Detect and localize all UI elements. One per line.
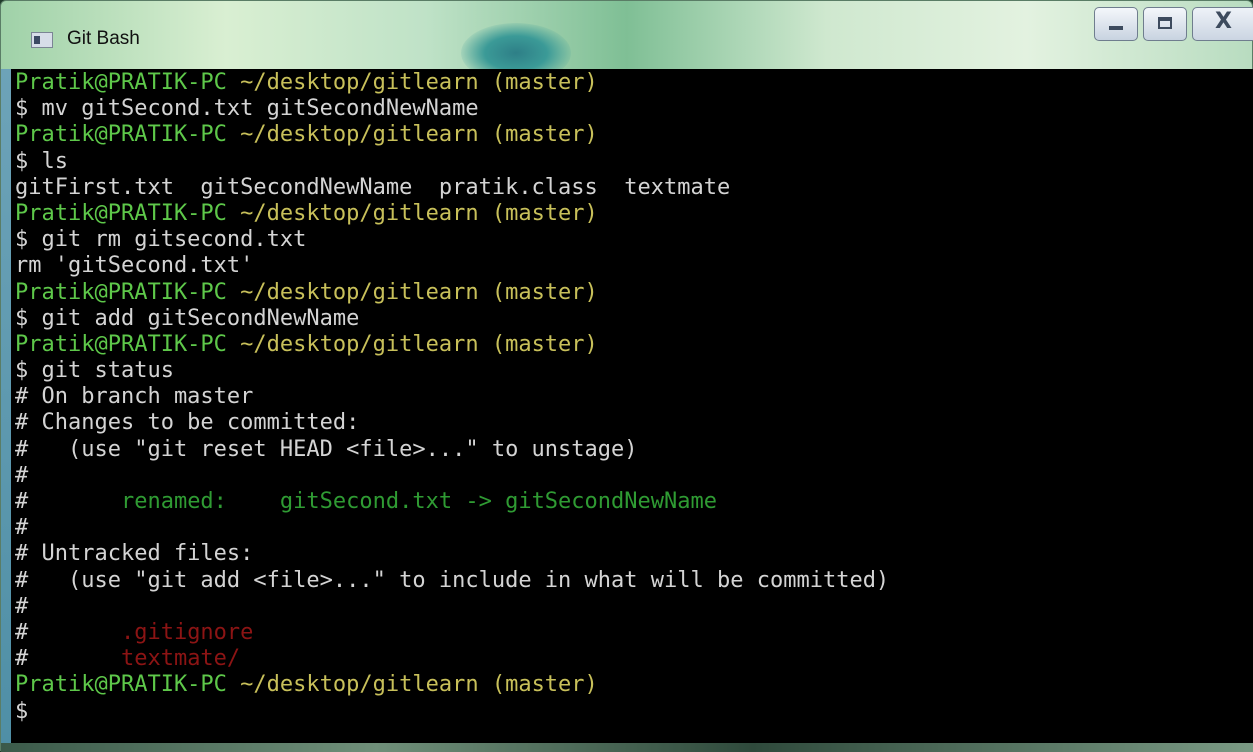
staged-file: renamed: gitSecond.txt -> gitSecondNewNa… [28,489,717,514]
untracked-file-line: # textmate/ [15,646,889,672]
window-left-border [1,69,11,743]
command-text: $ [15,698,29,724]
output-line: gitFirst.txt gitSecondNewName pratik.cla… [15,175,889,201]
output-text: # (use "git reset HEAD <file>..." to uns… [15,436,638,462]
comment-hash: # [15,646,29,672]
maximize-button[interactable] [1143,7,1187,41]
close-icon: X [1215,9,1232,34]
output-line: # (use "git reset HEAD <file>..." to uns… [15,437,889,463]
terminal-output: Pratik@PRATIK-PC ~/desktop/gitlearn (mas… [15,70,889,725]
prompt-line: Pratik@PRATIK-PC ~/desktop/gitlearn (mas… [15,280,889,306]
prompt-user: Pratik@PRATIK-PC [15,672,227,698]
output-text: # Untracked files: [15,541,254,567]
output-text: rm 'gitSecond.txt' [15,253,254,279]
maximize-icon [1158,17,1172,29]
prompt-line: Pratik@PRATIK-PC ~/desktop/gitlearn (mas… [15,672,889,698]
untracked-file: textmate/ [28,646,241,672]
output-text: gitFirst.txt gitSecondNewName pratik.cla… [15,174,731,200]
output-line: # Untracked files: [15,541,889,567]
command-line: $ mv gitSecond.txt gitSecondNewName [15,96,889,122]
minimize-icon [1109,26,1123,30]
output-line: # On branch master [15,384,889,410]
terminal-icon[interactable] [31,32,53,48]
git-bash-window: Git Bash X Pratik@PRATIK-PC ~/desktop/gi… [0,0,1253,752]
output-line: rm 'gitSecond.txt' [15,253,889,279]
output-text: # (use "git add <file>..." to include in… [15,567,890,593]
untracked-file-line: # .gitignore [15,620,889,646]
command-line: $ ls [15,149,889,175]
command-text: $ git status [15,358,174,384]
command-text: $ ls [15,148,68,174]
command-text: $ mv gitSecond.txt gitSecondNewName [15,96,479,122]
prompt-line: Pratik@PRATIK-PC ~/desktop/gitlearn (mas… [15,201,889,227]
command-text: $ git add gitSecondNewName [15,305,360,331]
prompt-path: ~/desktop/gitlearn (master) [240,122,598,148]
prompt-user: Pratik@PRATIK-PC [15,70,227,95]
command-text: $ git rm gitsecond.txt [15,227,307,253]
window-title: Git Bash [67,28,140,49]
prompt-user: Pratik@PRATIK-PC [15,279,227,305]
prompt-path: ~/desktop/gitlearn (master) [240,331,598,357]
prompt-path: ~/desktop/gitlearn (master) [240,672,598,698]
terminal-console[interactable]: Pratik@PRATIK-PC ~/desktop/gitlearn (mas… [11,69,1253,743]
output-line: # (use "git add <file>..." to include in… [15,568,889,594]
output-line: # [15,594,889,620]
prompt-path: ~/desktop/gitlearn (master) [240,200,598,226]
comment-hash: # [15,619,29,645]
minimize-button[interactable] [1094,7,1138,41]
output-text: # [15,462,29,488]
prompt-line: Pratik@PRATIK-PC ~/desktop/gitlearn (mas… [15,332,889,358]
prompt-user: Pratik@PRATIK-PC [15,331,227,357]
prompt-line: Pratik@PRATIK-PC ~/desktop/gitlearn (mas… [15,70,889,96]
output-line: # [15,515,889,541]
prompt-path: ~/desktop/gitlearn (master) [240,279,598,305]
comment-hash: # [15,489,29,514]
title-bar[interactable]: Git Bash X [1,1,1253,83]
output-text: # [15,593,29,619]
output-line: # [15,463,889,489]
output-text: # Changes to be committed: [15,410,360,436]
prompt-user: Pratik@PRATIK-PC [15,122,227,148]
command-line: $ git rm gitsecond.txt [15,227,889,253]
close-button[interactable]: X [1192,7,1253,41]
prompt-user: Pratik@PRATIK-PC [15,200,227,226]
prompt-path: ~/desktop/gitlearn (master) [240,70,598,95]
output-text: # [15,515,29,541]
output-text: # On branch master [15,384,254,410]
command-line: $ git status [15,358,889,384]
untracked-file: .gitignore [28,619,254,645]
command-line: $ [15,699,889,725]
prompt-line: Pratik@PRATIK-PC ~/desktop/gitlearn (mas… [15,122,889,148]
command-line: $ git add gitSecondNewName [15,306,889,332]
output-line: # Changes to be committed: [15,410,889,436]
staged-file-line: # renamed: gitSecond.txt -> gitSecondNew… [15,489,889,515]
